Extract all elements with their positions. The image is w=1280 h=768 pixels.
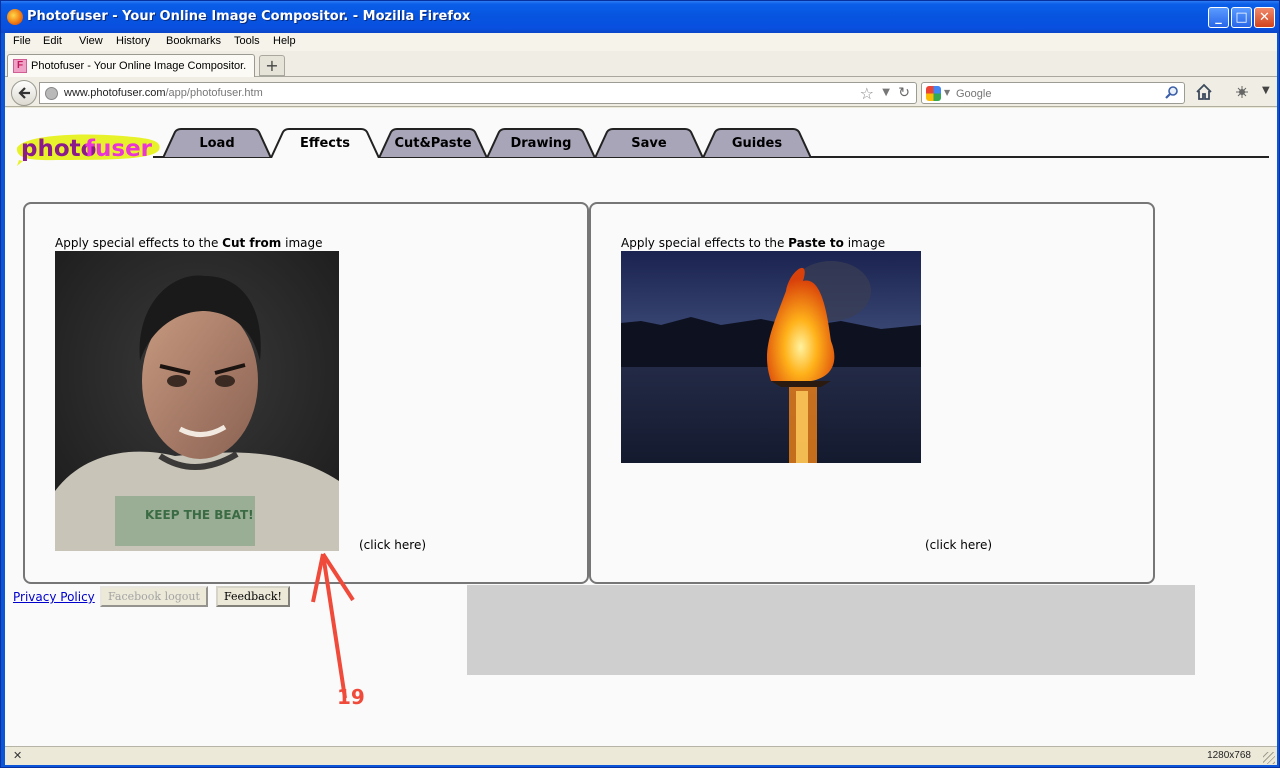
menu-bar: File Edit View History Bookmarks Tools H… — [5, 33, 1277, 51]
caption-bold: Cut from — [222, 236, 282, 250]
tab-load[interactable]: Load — [163, 128, 271, 158]
new-tab-button[interactable]: + — [259, 55, 285, 76]
resolution-text: 1280x768 — [1207, 750, 1251, 761]
tab-drawing-label: Drawing — [510, 136, 572, 151]
caption-prefix: Apply special effects to the — [621, 236, 789, 250]
photofuser-favicon-icon: F — [13, 59, 27, 73]
status-close-icon[interactable]: ✕ — [13, 749, 22, 762]
back-arrow-icon — [18, 87, 30, 99]
photofuser-logo[interactable]: photo fuser — [13, 130, 163, 166]
menu-view[interactable]: View — [79, 35, 103, 47]
logo-text-fuser: fuser — [85, 136, 153, 162]
globe-icon — [45, 87, 58, 100]
caption-suffix: image — [281, 236, 323, 250]
search-input[interactable] — [956, 86, 1156, 101]
menu-history[interactable]: History — [116, 35, 150, 47]
paste-to-photo — [621, 251, 921, 463]
feedback-button[interactable]: Feedback! — [216, 586, 290, 607]
google-icon[interactable] — [926, 86, 941, 101]
ad-placeholder — [467, 585, 1195, 675]
tab-save[interactable]: Save — [595, 128, 703, 158]
home-icon[interactable] — [1195, 83, 1213, 101]
toolbar-menu-arrow-icon[interactable]: ▼ — [1262, 85, 1270, 96]
browser-window: Photofuser - Your Online Image Composito… — [0, 0, 1280, 768]
cut-from-photo: KEEP THE BEAT! — [55, 251, 339, 551]
menu-edit[interactable]: Edit — [43, 35, 62, 47]
annotation-number: 19 — [337, 685, 365, 709]
menu-file[interactable]: File — [13, 35, 31, 47]
tab-cut-paste-label: Cut&Paste — [394, 136, 472, 151]
paste-to-image[interactable] — [621, 251, 921, 463]
search-engine-dropdown-icon[interactable]: ▼ — [944, 88, 950, 97]
browser-client: File Edit View History Bookmarks Tools H… — [5, 33, 1277, 765]
tab-guides-label: Guides — [731, 136, 783, 151]
resize-grip[interactable] — [1263, 752, 1275, 764]
close-button[interactable]: ✕ — [1254, 7, 1275, 28]
menu-bookmarks[interactable]: Bookmarks — [166, 35, 221, 47]
browser-tab[interactable]: F Photofuser - Your Online Image Composi… — [7, 54, 255, 77]
url-path: /app/photofuser.htm — [165, 87, 263, 99]
address-bar[interactable]: www.photofuser.com/app/photofuser.htm ☆ … — [39, 82, 917, 104]
svg-text:KEEP THE BEAT!: KEEP THE BEAT! — [145, 508, 254, 522]
tab-save-label: Save — [631, 136, 667, 151]
url-text[interactable]: www.photofuser.com/app/photofuser.htm — [64, 87, 263, 99]
tab-load-label: Load — [199, 136, 235, 151]
annotation-arrow — [311, 552, 355, 698]
page-content: photo fuser Load Effects Cut&Paste Drawi… — [5, 108, 1277, 746]
bookmark-star-icon[interactable]: ☆ — [860, 84, 874, 103]
browser-tab-strip: F Photofuser - Your Online Image Composi… — [5, 51, 1277, 77]
addon-icon[interactable] — [1235, 85, 1249, 99]
cut-from-panel: Apply special effects to the Cut from im… — [23, 202, 589, 584]
status-bar: ✕ 1280x768 — [5, 746, 1277, 765]
url-domain: www.photofuser.com — [64, 87, 166, 99]
search-bar[interactable]: ▼ — [921, 82, 1185, 104]
tab-drawing[interactable]: Drawing — [487, 128, 595, 158]
tab-effects-label: Effects — [300, 136, 350, 151]
history-dropdown-icon[interactable]: ▼ — [882, 87, 890, 98]
title-bar[interactable]: Photofuser - Your Online Image Composito… — [1, 1, 1279, 33]
tab-cut-paste[interactable]: Cut&Paste — [379, 128, 487, 158]
caption-bold: Paste to — [788, 236, 844, 250]
back-button[interactable] — [11, 80, 37, 106]
paste-to-click-here[interactable]: (click here) — [925, 538, 992, 552]
tab-effects[interactable]: Effects — [271, 128, 379, 158]
cut-from-caption: Apply special effects to the Cut from im… — [55, 236, 323, 250]
reload-icon[interactable]: ↻ — [898, 85, 910, 101]
window-title: Photofuser - Your Online Image Composito… — [27, 9, 471, 24]
facebook-logout-button[interactable]: Facebook logout — [100, 586, 208, 607]
privacy-policy-link[interactable]: Privacy Policy — [13, 590, 95, 604]
maximize-button[interactable]: □ — [1231, 7, 1252, 28]
minimize-button[interactable]: _ — [1208, 7, 1229, 28]
tab-baseline-right — [811, 156, 1269, 158]
paste-to-caption: Apply special effects to the Paste to im… — [621, 236, 885, 250]
browser-tab-label: Photofuser - Your Online Image Composito… — [31, 60, 247, 72]
menu-tools[interactable]: Tools — [234, 35, 260, 47]
caption-suffix: image — [843, 236, 886, 250]
tab-baseline-left — [153, 156, 163, 158]
menu-help[interactable]: Help — [273, 35, 296, 47]
paste-to-panel: Apply special effects to the Paste to im… — [589, 202, 1155, 584]
cut-from-image[interactable]: KEEP THE BEAT! — [55, 251, 339, 551]
caption-prefix: Apply special effects to the — [55, 236, 223, 250]
tab-guides[interactable]: Guides — [703, 128, 811, 158]
firefox-icon — [7, 9, 23, 25]
navigation-bar: www.photofuser.com/app/photofuser.htm ☆ … — [5, 77, 1277, 107]
magnifier-icon[interactable] — [1164, 85, 1180, 101]
